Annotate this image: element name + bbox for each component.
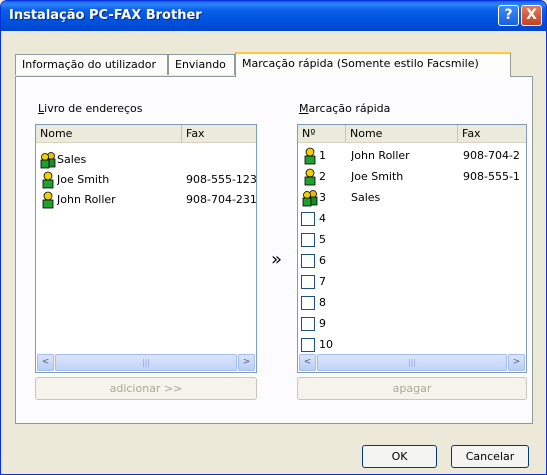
empty-slot-icon[interactable] xyxy=(301,254,315,268)
list-item[interactable]: Sales xyxy=(36,150,256,170)
speed-dial-number: 9 xyxy=(319,317,326,330)
list-item[interactable]: 1 John Roller 908-704-2 xyxy=(298,146,526,166)
help-button[interactable]: ? xyxy=(498,5,519,26)
list-item[interactable]: 2 Joe Smith 908-555-1 xyxy=(298,167,526,187)
person-icon xyxy=(304,147,316,165)
list-item[interactable]: 8 xyxy=(298,293,526,313)
column-header-number[interactable]: Nº xyxy=(298,125,346,142)
contact-name: John Roller xyxy=(57,193,116,206)
person-icon xyxy=(42,171,54,189)
list-item[interactable]: 3 Sales xyxy=(298,188,526,208)
close-button[interactable]: X xyxy=(521,5,542,26)
address-book-header: Nome Fax xyxy=(36,125,256,143)
speed-dial-number: 1 xyxy=(319,149,326,162)
cancel-button[interactable]: Cancelar xyxy=(451,445,529,468)
list-item[interactable]: 9 xyxy=(298,314,526,334)
scroll-left-icon[interactable]: < xyxy=(299,354,316,371)
group-icon xyxy=(302,190,318,207)
contact-fax: 908-555-123 xyxy=(186,173,256,186)
speed-dial-number: 4 xyxy=(319,212,326,225)
speed-dial-number: 5 xyxy=(319,233,326,246)
empty-slot-icon[interactable] xyxy=(301,212,315,226)
list-item[interactable]: 5 xyxy=(298,230,526,250)
column-header-name[interactable]: Nome xyxy=(36,125,182,142)
column-header-fax[interactable]: Fax xyxy=(182,125,256,142)
scroll-right-icon[interactable]: > xyxy=(238,354,255,371)
speed-dial-number: 2 xyxy=(319,170,326,183)
address-book-label: Livro de endereços xyxy=(38,102,143,115)
empty-slot-icon[interactable] xyxy=(301,233,315,247)
contact-name: Joe Smith xyxy=(57,173,110,186)
person-icon xyxy=(42,191,54,209)
person-icon xyxy=(304,168,316,186)
list-item[interactable]: 4 xyxy=(298,209,526,229)
empty-slot-icon[interactable] xyxy=(301,317,315,331)
empty-slot-icon[interactable] xyxy=(301,275,315,289)
move-arrow-icon: » xyxy=(271,249,283,270)
list-item[interactable]: John Roller 908-704-231 xyxy=(36,190,256,210)
scroll-right-icon[interactable]: > xyxy=(508,354,525,371)
speed-dial-name: John Roller xyxy=(351,149,410,162)
contact-fax: 908-704-231 xyxy=(186,193,256,206)
list-item[interactable]: 7 xyxy=(298,272,526,292)
speed-dial-number: 3 xyxy=(319,191,326,204)
scroll-thumb[interactable]: ||| xyxy=(317,354,507,371)
column-header-name[interactable]: Nome xyxy=(346,125,458,142)
speed-dial-fax: 908-555-1 xyxy=(463,170,520,183)
tab-speed-dial[interactable]: Marcação rápida (Somente estilo Facsmile… xyxy=(235,52,511,77)
empty-slot-icon[interactable] xyxy=(301,296,315,310)
address-book-list[interactable]: Nome Fax Sales Joe Smith 908-555-123 Joh… xyxy=(35,124,257,373)
tab-user-info[interactable]: Informação do utilizador xyxy=(15,54,168,75)
empty-slot-icon[interactable] xyxy=(301,338,315,352)
group-icon xyxy=(40,152,56,169)
speed-dial-hscrollbar[interactable]: < ||| > xyxy=(299,354,525,371)
speed-dial-number: 8 xyxy=(319,296,326,309)
speed-dial-fax: 908-704-2 xyxy=(463,149,520,162)
speed-dial-label: Marcação rápida xyxy=(299,102,391,115)
delete-button[interactable]: apagar xyxy=(297,377,527,400)
add-button[interactable]: adicionar >> xyxy=(35,377,257,400)
scroll-thumb[interactable]: ||| xyxy=(55,354,237,371)
contact-name: Sales xyxy=(57,153,87,166)
address-book-hscrollbar[interactable]: < ||| > xyxy=(37,354,255,371)
speed-dial-name: Sales xyxy=(351,191,381,204)
column-header-fax[interactable]: Fax xyxy=(458,125,526,142)
speed-dial-list[interactable]: Nº Nome Fax 1 John Roller 908-704-2 2 Joe Sm… xyxy=(297,124,527,373)
speed-dial-name: Joe Smith xyxy=(351,170,404,183)
speed-dial-number: 10 xyxy=(319,338,333,351)
list-item[interactable]: Joe Smith 908-555-123 xyxy=(36,170,256,190)
tab-sending[interactable]: Enviando xyxy=(168,54,235,75)
window-title: Instalação PC-FAX Brother xyxy=(9,8,202,23)
speed-dial-number: 7 xyxy=(319,275,326,288)
title-bar[interactable]: Instalação PC-FAX Brother ? X xyxy=(1,1,546,31)
scroll-left-icon[interactable]: < xyxy=(37,354,54,371)
ok-button[interactable]: OK xyxy=(362,445,437,468)
list-item[interactable]: 10 xyxy=(298,335,526,355)
dialog-window: Instalação PC-FAX Brother ? X Informação… xyxy=(0,0,547,475)
list-item[interactable]: 6 xyxy=(298,251,526,271)
speed-dial-number: 6 xyxy=(319,254,326,267)
speed-dial-header: Nº Nome Fax xyxy=(298,125,526,143)
